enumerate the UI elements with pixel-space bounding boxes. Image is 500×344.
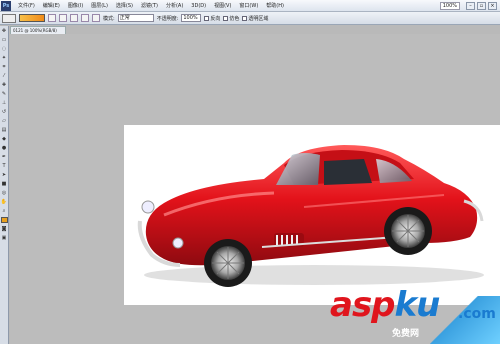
menu-layer[interactable]: 图层(L): [87, 0, 112, 12]
tools-panel: ✥ ▭ ◌ ✦ ⌗ ⁄ ✚ ✎ ⊥ ↺ ▱ ▤ ◆ ● ✒ T ➤ ■ ◎ ✋ …: [0, 26, 9, 344]
healing-brush-tool-icon[interactable]: ✚: [1, 81, 8, 89]
document-canvas[interactable]: [124, 125, 500, 305]
brush-tool-icon[interactable]: ✎: [1, 90, 8, 98]
opacity-label: 不透明度:: [156, 15, 179, 22]
gradient-tool-icon[interactable]: ▤: [1, 126, 8, 134]
screen-mode-icon[interactable]: ▣: [1, 234, 8, 242]
dither-checkbox[interactable]: 仿色: [223, 15, 239, 22]
menu-view[interactable]: 视图(V): [210, 0, 235, 12]
crop-tool-icon[interactable]: ⌗: [1, 63, 8, 71]
menu-select[interactable]: 选择(S): [112, 0, 137, 12]
diamond-gradient-button[interactable]: [92, 14, 100, 22]
reverse-label: 反向: [210, 15, 221, 22]
transparency-label: 透明区域: [248, 15, 269, 22]
radial-gradient-button[interactable]: [59, 14, 67, 22]
zoom-level[interactable]: 100%: [439, 1, 460, 10]
watermark-asp: asp: [330, 285, 396, 325]
menu-filter[interactable]: 滤镜(T): [137, 0, 162, 12]
reflected-gradient-button[interactable]: [81, 14, 89, 22]
menu-bar: Ps 文件(F) 编辑(E) 图像(I) 图层(L) 选择(S) 滤镜(T) 分…: [0, 0, 500, 12]
tool-preset-picker[interactable]: [2, 13, 16, 23]
move-tool-icon[interactable]: ✥: [1, 27, 8, 35]
window-controls: 100% – ▫ ×: [439, 1, 500, 10]
red-car-image: [137, 145, 484, 287]
dither-label: 仿色: [229, 15, 240, 22]
lasso-tool-icon[interactable]: ◌: [1, 45, 8, 53]
path-selection-tool-icon[interactable]: ➤: [1, 171, 8, 179]
document-tab[interactable]: 0121 @ 100%(RGB/8): [10, 26, 66, 34]
menu-file[interactable]: 文件(F): [14, 0, 39, 12]
menu-help[interactable]: 帮助(H): [262, 0, 288, 12]
mode-label: 模式:: [103, 15, 115, 22]
menu-image[interactable]: 图像(I): [64, 0, 87, 12]
blur-tool-icon[interactable]: ◆: [1, 135, 8, 143]
watermark-logo: aspku: [330, 285, 441, 325]
3d-rotate-tool-icon[interactable]: ◎: [1, 189, 8, 197]
zoom-tool-icon[interactable]: ⌕: [1, 207, 8, 215]
shape-tool-icon[interactable]: ■: [1, 180, 8, 188]
menu-window[interactable]: 窗口(W): [235, 0, 262, 12]
pen-tool-icon[interactable]: ✒: [1, 153, 8, 161]
foreground-color-swatch[interactable]: [0, 217, 8, 223]
clone-stamp-tool-icon[interactable]: ⊥: [1, 99, 8, 107]
restore-icon[interactable]: ▫: [477, 1, 486, 10]
menu-edit[interactable]: 编辑(E): [39, 0, 64, 12]
reverse-checkbox[interactable]: 反向: [204, 15, 220, 22]
eraser-tool-icon[interactable]: ▱: [1, 117, 8, 125]
quick-mask-icon[interactable]: ◙: [1, 225, 8, 233]
magic-wand-tool-icon[interactable]: ✦: [1, 54, 8, 62]
dodge-tool-icon[interactable]: ●: [1, 144, 8, 152]
transparency-checkbox[interactable]: 透明区域: [242, 15, 268, 22]
options-bar: 模式: 正常 不透明度: 100% 反向 仿色 透明区域: [0, 12, 500, 25]
mode-select[interactable]: 正常: [117, 14, 154, 22]
type-tool-icon[interactable]: T: [1, 162, 8, 170]
history-brush-tool-icon[interactable]: ↺: [1, 108, 8, 116]
photoshop-logo-icon: Ps: [1, 0, 11, 11]
menu-3d[interactable]: 3D(D): [187, 0, 210, 12]
watermark-domain: .com: [458, 306, 496, 322]
linear-gradient-button[interactable]: [48, 14, 56, 22]
eyedropper-tool-icon[interactable]: ⁄: [1, 72, 8, 80]
watermark-subtitle: 免费网: [392, 329, 420, 339]
menu-analysis[interactable]: 分析(A): [162, 0, 187, 12]
gradient-picker[interactable]: [19, 14, 45, 22]
marquee-tool-icon[interactable]: ▭: [1, 36, 8, 44]
watermark-ku: ku: [394, 285, 441, 325]
angle-gradient-button[interactable]: [70, 14, 78, 22]
close-icon[interactable]: ×: [488, 1, 497, 10]
minimize-icon[interactable]: –: [466, 1, 475, 10]
opacity-input[interactable]: 100%: [181, 14, 202, 22]
hand-tool-icon[interactable]: ✋: [1, 198, 8, 206]
